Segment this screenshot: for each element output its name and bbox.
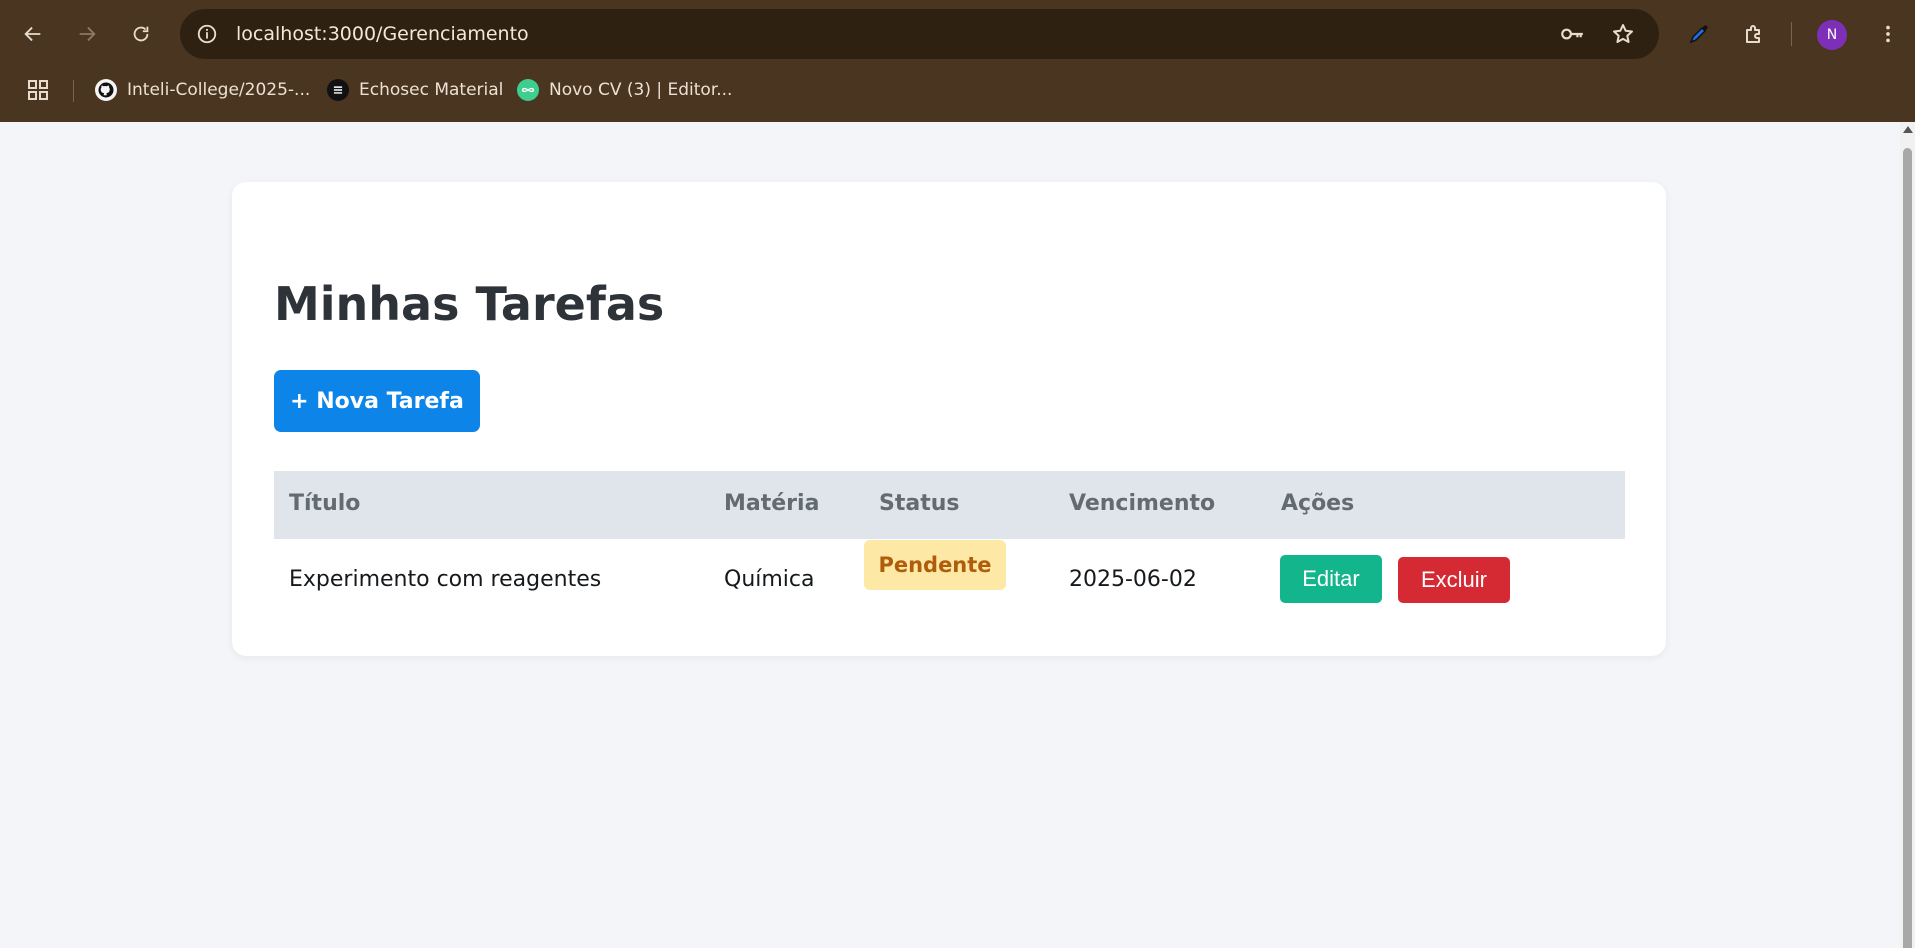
eyedropper-extension-icon[interactable] [1682, 17, 1716, 51]
menu-kebab-icon[interactable] [1871, 17, 1905, 51]
url-text: localhost:3000/Gerenciamento [236, 23, 529, 45]
address-bar[interactable]: localhost:3000/Gerenciamento [180, 9, 1659, 59]
scroll-up-arrow-icon[interactable] [1903, 126, 1913, 133]
header-vencimento: Vencimento [1069, 491, 1216, 516]
delete-button[interactable]: Excluir [1398, 557, 1510, 603]
url-path: :3000/Gerenciamento [321, 23, 529, 45]
cell-materia: Química [724, 567, 815, 592]
bookmark-echosec-material[interactable]: Echosec Material [327, 76, 503, 104]
echosec-icon [327, 79, 349, 101]
cell-vencimento: 2025-06-02 [1069, 567, 1197, 592]
arrow-left-icon [24, 26, 41, 42]
bookmark-novo-cv[interactable]: Novo CV (3) | Editor... [517, 76, 732, 104]
toolbar-separator [1791, 22, 1792, 46]
table-header: Título Matéria Status Vencimento Ações [274, 471, 1625, 539]
extensions-puzzle-icon[interactable] [1737, 17, 1771, 51]
cv-editor-icon [517, 79, 539, 101]
profile-avatar[interactable]: N [1817, 20, 1847, 50]
header-materia: Matéria [724, 491, 820, 516]
bookmark-label: Inteli-College/2025-... [127, 80, 311, 100]
bookmark-inteli-college[interactable]: Inteli-College/2025-... [95, 76, 310, 104]
browser-chrome: localhost:3000/Gerenciamento N Inteli-Co… [0, 0, 1915, 122]
scrollbar-thumb[interactable] [1903, 148, 1912, 948]
new-task-button[interactable]: + Nova Tarefa [274, 370, 480, 432]
apps-grid-icon[interactable] [26, 76, 50, 104]
back-button[interactable] [16, 17, 50, 51]
bookmark-label: Echosec Material [359, 80, 504, 100]
bookmarks-separator [73, 80, 74, 102]
bookmark-star-icon[interactable] [1610, 21, 1636, 47]
reload-icon [133, 26, 149, 42]
tasks-card: Minhas Tarefas + Nova Tarefa Título Maté… [232, 182, 1666, 656]
forward-button[interactable] [70, 17, 104, 51]
bookmark-label: Novo CV (3) | Editor... [549, 80, 733, 100]
tasks-table: Título Matéria Status Vencimento Ações E… [274, 471, 1625, 623]
page-title: Minhas Tarefas [274, 277, 665, 331]
page-scrollbar[interactable] [1900, 122, 1915, 948]
bookmarks-bar: Inteli-College/2025-... Echosec Material… [0, 70, 1915, 110]
github-icon [95, 79, 117, 101]
site-info-icon[interactable] [194, 21, 220, 47]
reload-button[interactable] [124, 17, 158, 51]
header-status: Status [879, 491, 960, 516]
header-acoes: Ações [1281, 491, 1355, 516]
arrow-right-icon [79, 26, 96, 42]
header-titulo: Título [289, 491, 361, 516]
cell-titulo: Experimento com reagentes [289, 567, 602, 592]
password-key-icon[interactable] [1559, 21, 1585, 47]
browser-toolbar: localhost:3000/Gerenciamento N [0, 0, 1915, 70]
table-row: Experimento com reagentes Química Penden… [274, 539, 1625, 623]
edit-button[interactable]: Editar [1280, 555, 1382, 603]
url-host: localhost [236, 23, 322, 45]
status-badge: Pendente [864, 540, 1006, 590]
